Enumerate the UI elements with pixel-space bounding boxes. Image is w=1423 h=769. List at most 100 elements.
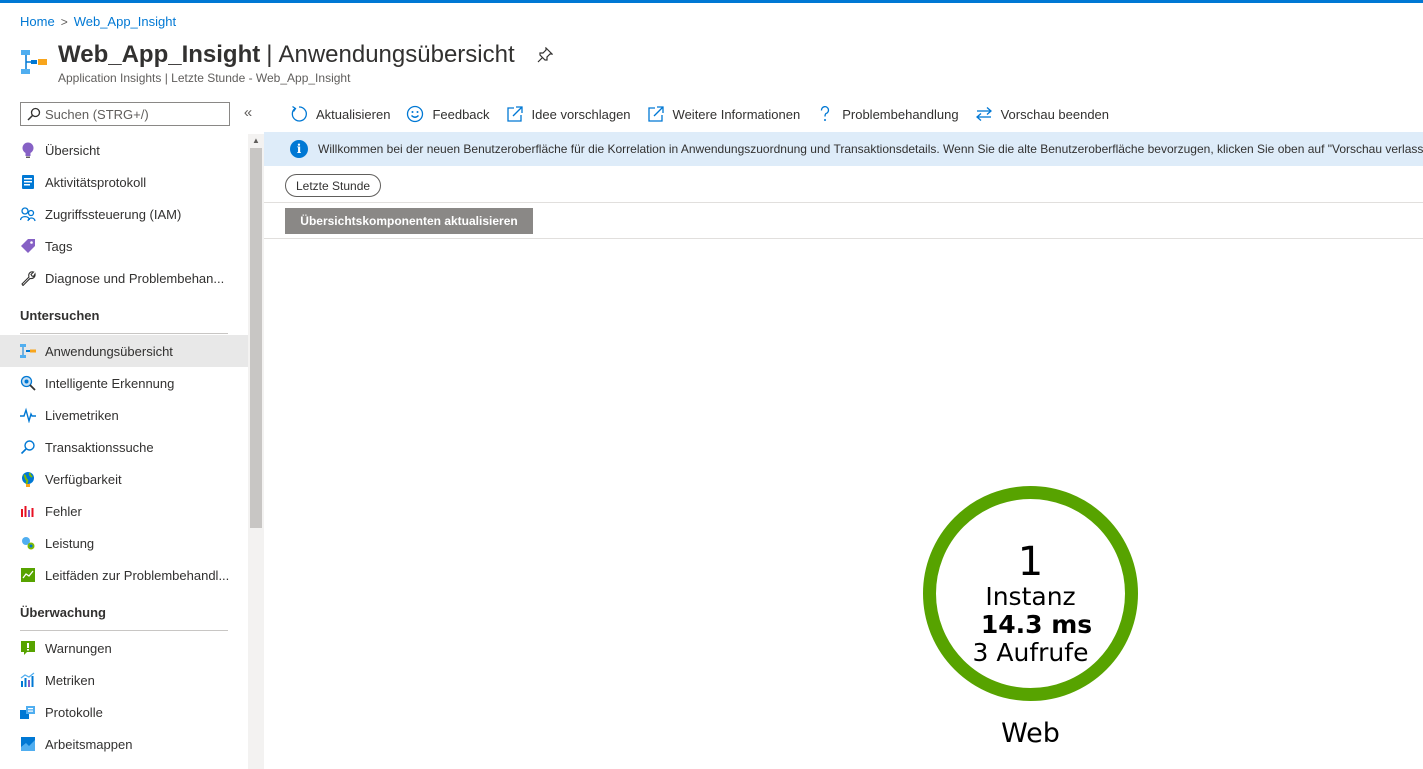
average-duration: 14.3 ms — [980, 610, 1093, 639]
web-component-node[interactable]: 1 Instanz 14.3 ms 3 Aufrufe — [923, 486, 1138, 701]
nav-label: Protokolle — [45, 704, 103, 720]
scrollbar-thumb[interactable] — [250, 148, 262, 528]
nav-label: Leistung — [45, 535, 95, 551]
nav-label: Metriken — [45, 672, 95, 688]
info-banner-text: Willkommen bei der neuen Benutzeroberflä… — [318, 142, 1423, 156]
instance-label: Instanz — [985, 582, 1076, 611]
nav-label: Zugriffssteuerung (IAM) — [45, 206, 182, 222]
nav-item-troubleshooting-guides[interactable]: Leitfäden zur Problembehandl... — [0, 559, 248, 591]
section-monitoring: Überwachung — [20, 605, 106, 620]
wrench-icon — [20, 270, 36, 286]
nav-label: Livemetriken — [45, 407, 119, 423]
refresh-label: Aktualisieren — [316, 106, 391, 122]
top-accent-bar — [0, 0, 1423, 3]
suggest-idea-label: Idee vorschlagen — [531, 106, 631, 122]
end-preview-label: Vorschau beenden — [1000, 106, 1110, 122]
performance-icon — [20, 535, 36, 551]
nav-label: Warnungen — [45, 640, 112, 656]
sidebar: « Übersicht Aktivitätsprotokoll Zugriffs… — [0, 98, 264, 769]
nav-item-performance[interactable]: Leistung — [0, 527, 248, 559]
section-divider — [20, 333, 228, 334]
feedback-button[interactable]: Feedback — [406, 105, 490, 123]
breadcrumb-separator: > — [60, 14, 68, 29]
section-divider — [20, 630, 228, 631]
divider — [264, 238, 1423, 239]
node-label: Web — [1001, 718, 1060, 749]
smart-detection-icon — [20, 375, 36, 391]
troubleshoot-label: Problembehandlung — [842, 106, 959, 122]
nav-item-workbooks[interactable]: Arbeitsmappen — [0, 728, 248, 760]
end-preview-button[interactable]: Vorschau beenden — [975, 105, 1109, 123]
nav-item-logs[interactable]: Protokolle — [0, 696, 248, 728]
refresh-button[interactable]: Aktualisieren — [290, 105, 390, 123]
breadcrumb: Home > Web_App_Insight — [20, 14, 176, 29]
nav-item-tags[interactable]: Tags — [0, 230, 248, 262]
nav-item-transaction-search[interactable]: Transaktionssuche — [0, 431, 248, 463]
nav-label: Aktivitätsprotokoll — [45, 174, 147, 190]
page-header: Web_App_Insight | Anwendungsübersicht Ap… — [20, 40, 553, 85]
more-info-button[interactable]: Weitere Informationen — [647, 105, 801, 123]
search-icon — [20, 439, 36, 455]
refresh-icon — [290, 105, 308, 123]
external-link-icon — [647, 105, 665, 123]
nav-item-availability[interactable]: Verfügbarkeit — [0, 463, 248, 495]
search-box[interactable] — [20, 102, 230, 126]
page-subtitle: Application Insights | Letzte Stunde - W… — [58, 71, 351, 85]
nav-label: Verfügbarkeit — [45, 471, 122, 487]
nav-item-smart-detection[interactable]: Intelligente Erkennung — [0, 367, 248, 399]
call-count: 3 Aufrufe — [972, 638, 1089, 667]
nav-item-access-control[interactable]: Zugriffssteuerung (IAM) — [0, 198, 248, 230]
nav-label: Anwendungsübersicht — [45, 343, 173, 359]
workbook-icon — [20, 567, 36, 583]
breadcrumb-home[interactable]: Home — [20, 14, 55, 29]
nav-item-diagnose[interactable]: Diagnose und Problembehan... — [0, 262, 248, 294]
scroll-up-icon[interactable]: ▲ — [252, 136, 260, 145]
search-icon — [27, 107, 41, 121]
refresh-components-button[interactable]: Übersichtskomponenten aktualisieren — [285, 208, 533, 234]
metrics-icon — [20, 672, 36, 688]
suggest-idea-button[interactable]: Idee vorschlagen — [506, 105, 631, 123]
page-title: Web_App_Insight — [58, 41, 261, 68]
page-subtitle-name: Anwendungsübersicht — [278, 41, 515, 68]
more-info-label: Weitere Informationen — [672, 106, 801, 122]
nav-label: Intelligente Erkennung — [45, 375, 175, 391]
sidebar-scrollbar[interactable]: ▲ — [248, 134, 264, 769]
application-map-icon — [21, 50, 47, 74]
globe-icon — [20, 471, 36, 487]
logs-icon — [20, 704, 36, 720]
title-separator: | — [266, 41, 273, 68]
tag-icon — [20, 238, 36, 254]
pulse-icon — [20, 407, 36, 423]
navigation-menu: Übersicht Aktivitätsprotokoll Zugriffsst… — [0, 134, 248, 760]
nav-item-failures[interactable]: Fehler — [0, 495, 248, 527]
search-input[interactable] — [45, 106, 215, 122]
nav-item-alerts[interactable]: Warnungen — [0, 632, 248, 664]
nav-item-metrics[interactable]: Metriken — [0, 664, 248, 696]
troubleshoot-button[interactable]: Problembehandlung — [816, 105, 959, 123]
nav-item-live-metrics[interactable]: Livemetriken — [0, 399, 248, 431]
info-banner: i Willkommen bei der neuen Benutzeroberf… — [264, 132, 1423, 166]
nav-label: Übersicht — [45, 142, 100, 158]
pin-icon[interactable] — [537, 47, 553, 63]
breadcrumb-current[interactable]: Web_App_Insight — [74, 14, 176, 29]
section-investigate: Untersuchen — [20, 308, 100, 323]
feedback-label: Feedback — [432, 106, 490, 122]
smiley-icon — [406, 105, 424, 123]
time-range-button[interactable]: Letzte Stunde — [285, 174, 382, 197]
nav-label: Fehler — [45, 503, 82, 519]
app-map-icon — [20, 343, 36, 359]
workbooks-icon — [20, 736, 36, 752]
command-bar: Aktualisieren Feedback Idee vorschlagen … — [290, 102, 1125, 126]
divider — [264, 202, 1423, 203]
info-icon: i — [290, 140, 308, 158]
nav-item-overview[interactable]: Übersicht — [0, 134, 248, 166]
people-icon — [20, 206, 36, 222]
alert-icon — [20, 640, 36, 656]
nav-item-activity-log[interactable]: Aktivitätsprotokoll — [0, 166, 248, 198]
collapse-sidebar-button[interactable]: « — [236, 104, 260, 124]
nav-label: Leitfäden zur Problembehandl... — [45, 567, 230, 583]
nav-item-application-map[interactable]: Anwendungsübersicht — [0, 335, 248, 367]
instance-count: 1 — [1017, 539, 1044, 585]
nav-label: Tags — [45, 238, 73, 254]
external-link-icon — [506, 105, 524, 123]
